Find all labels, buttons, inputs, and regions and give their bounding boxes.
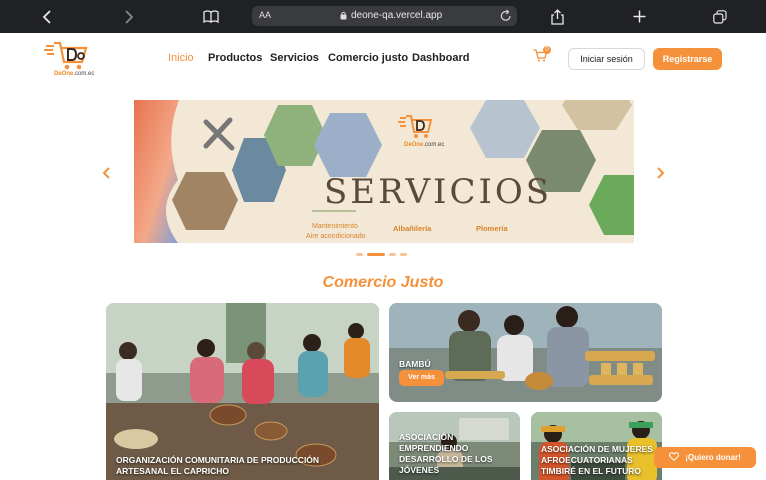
card-bambu-photo [389, 303, 662, 402]
card-bambu-title: Bambú [399, 359, 431, 369]
cart-count-badge: 0 [543, 46, 551, 54]
section-title-comercio-justo: Comercio Justo [322, 274, 444, 291]
card-emprendiendo-desarrollo[interactable]: Asociación emprendiendo desarrollo de lo… [389, 412, 520, 480]
new-tab-icon[interactable] [630, 0, 648, 33]
services-banner[interactable]: DeOne.com.ec SERVICIOS Mantenimiento Air… [134, 100, 634, 243]
banner-logo-text: DeOne.com.ec [404, 142, 445, 148]
card-timbire[interactable]: Asociación de mujeres afroecuatorianas T… [531, 412, 662, 480]
card-el-capricho-title: Organización comunitaria de producción a… [116, 455, 320, 476]
nav-dashboard[interactable]: Dashboard [412, 52, 469, 64]
share-icon[interactable] [548, 0, 566, 33]
register-button[interactable]: Registrarse [653, 48, 722, 70]
back-icon[interactable] [38, 0, 56, 33]
card-el-capricho[interactable]: Organización comunitaria de producción a… [106, 303, 379, 480]
nav-productos[interactable]: Productos [208, 52, 262, 64]
banner-service-1: Mantenimiento [312, 223, 358, 230]
carousel-dot-1[interactable] [356, 253, 363, 256]
donate-button[interactable]: ¡Quiero donar! [654, 447, 756, 468]
reader-aa-button[interactable]: AA [259, 10, 271, 20]
carousel-dot-4[interactable] [400, 253, 407, 256]
card-el-capricho-photo [106, 303, 379, 480]
tabs-overview-icon[interactable] [711, 0, 729, 33]
bookmarks-icon[interactable] [200, 0, 222, 33]
lock-icon [340, 11, 347, 23]
donate-label: ¡Quiero donar! [685, 453, 741, 462]
browser-toolbar: AA deone-qa.vercel.app [0, 0, 766, 33]
banner-title: SERVICIOS [324, 172, 553, 212]
banner-service-2: Aire acondicionado [306, 233, 366, 240]
login-button[interactable]: Iniciar sesión [568, 48, 645, 70]
carousel-indicators [356, 253, 407, 257]
heart-icon [669, 452, 680, 463]
banner-service-3: Albañilería [393, 224, 432, 233]
nav-inicio[interactable]: Inicio [168, 52, 194, 64]
carousel-prev-button[interactable] [102, 166, 110, 182]
logo-wordmark: DeOne.com.ec [54, 71, 95, 77]
carousel-next-button[interactable] [657, 166, 665, 182]
card-timbire-title: Asociación de mujeres afroecuatorianas T… [541, 444, 653, 476]
address-bar[interactable]: AA deone-qa.vercel.app [252, 6, 517, 26]
card-bambu-more-button[interactable]: Ver más [399, 370, 444, 386]
banner-service-4: Plomería [476, 224, 508, 233]
nav-servicios[interactable]: Servicios [270, 52, 319, 64]
carousel-dot-2[interactable] [367, 253, 385, 256]
site-header: DeOne.com.ec Inicio Productos Servicios … [0, 33, 766, 87]
forward-icon[interactable] [120, 0, 138, 33]
url-text: deone-qa.vercel.app [351, 10, 443, 21]
card-bambu[interactable]: Bambú Ver más [389, 303, 662, 402]
carousel-dot-3[interactable] [389, 253, 396, 256]
nav-comercio-justo[interactable]: Comercio justo [328, 52, 408, 64]
card-emprendiendo-title: Asociación emprendiendo desarrollo de lo… [399, 432, 493, 475]
reload-icon[interactable] [500, 9, 512, 25]
